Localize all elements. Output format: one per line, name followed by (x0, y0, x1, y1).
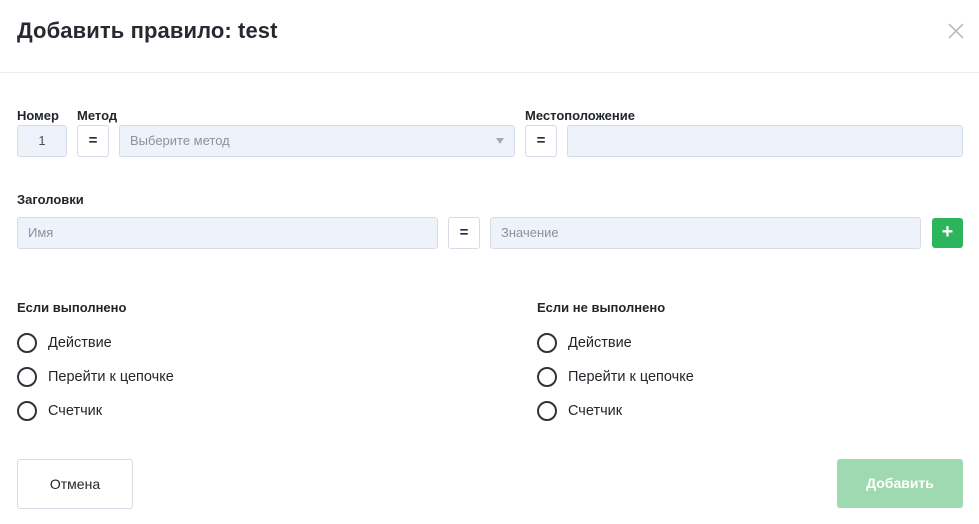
radio-icon (17, 333, 37, 353)
option-label: Перейти к цепочке (568, 369, 694, 385)
method-select[interactable]: Выберите метод (119, 125, 515, 157)
location-label: Местоположение (525, 108, 635, 123)
radio-icon (537, 333, 557, 353)
radio-icon (537, 367, 557, 387)
header-name-input[interactable]: Имя (17, 217, 438, 249)
option-label: Действие (568, 335, 632, 351)
if-done-label: Если выполнено (17, 300, 127, 315)
headers-label: Заголовки (17, 192, 84, 207)
number-input[interactable]: 1 (17, 125, 67, 157)
header-value-input[interactable]: Значение (490, 217, 921, 249)
if-done-option-goto-chain[interactable]: Перейти к цепочке (17, 366, 174, 388)
method-select-placeholder: Выберите метод (130, 133, 230, 148)
radio-icon (17, 401, 37, 421)
cancel-button[interactable]: Отмена (17, 459, 133, 509)
method-label: Метод (77, 108, 118, 123)
dialog-title: Добавить правило: test (17, 18, 278, 43)
location-input[interactable] (567, 125, 963, 157)
if-not-done-option-counter[interactable]: Счетчик (537, 400, 622, 422)
option-label: Перейти к цепочке (48, 369, 174, 385)
if-not-done-option-action[interactable]: Действие (537, 332, 632, 354)
add-button[interactable]: Добавить (837, 459, 963, 508)
add-header-button[interactable]: + (932, 218, 963, 248)
if-done-option-counter[interactable]: Счетчик (17, 400, 102, 422)
option-label: Счетчик (48, 403, 103, 419)
if-not-done-option-goto-chain[interactable]: Перейти к цепочке (537, 366, 694, 388)
close-icon[interactable] (945, 20, 967, 42)
chevron-down-icon (496, 138, 504, 144)
header-operator-button[interactable]: = (448, 217, 480, 249)
radio-icon (537, 401, 557, 421)
location-operator-button[interactable]: = (525, 125, 557, 157)
option-label: Действие (48, 335, 112, 351)
number-label: Номер (17, 108, 59, 123)
method-operator-button[interactable]: = (77, 125, 109, 157)
if-done-option-action[interactable]: Действие (17, 332, 112, 354)
if-not-done-label: Если не выполнено (537, 300, 666, 315)
option-label: Счетчик (568, 403, 623, 419)
radio-icon (17, 367, 37, 387)
dialog-header: Добавить правило: test (0, 0, 979, 73)
